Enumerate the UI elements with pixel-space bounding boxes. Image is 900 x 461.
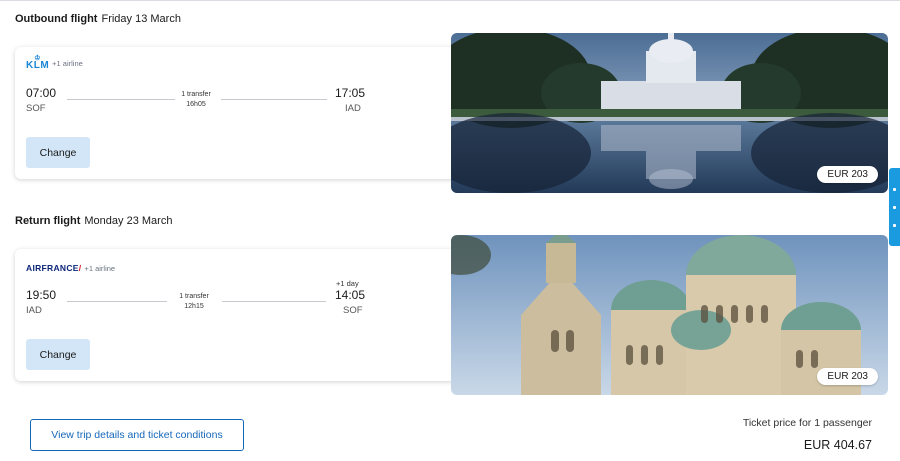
outbound-depart-code: SOF [26,103,46,114]
outbound-section-title: Outbound flight Friday 13 March [15,13,181,25]
outbound-transfer: 1 transfer [181,91,211,98]
outbound-duration: 16h05 [186,101,206,108]
return-route-line-right [222,301,326,302]
ticket-price-total: EUR 404.67 [803,438,872,452]
return-arrive-code: SOF [343,305,363,316]
return-duration: 12h15 [184,303,204,310]
outbound-extra-airline: +1 airline [52,58,83,68]
outbound-arrive-time: 17:05 [335,86,366,100]
return-airline-row: AIRFRANCE/ +1 airline [26,263,115,273]
outbound-arrive-code: IAD [345,103,361,114]
return-extra-airline: +1 airline [84,263,116,273]
side-tab-dot [893,188,896,191]
side-tab-dot [893,224,896,227]
klm-logo: ♔ KLM [26,55,50,71]
outbound-price-badge: EUR 203 [817,166,878,183]
outbound-route-line-left [67,99,175,100]
return-depart-time: 19:50 [26,288,57,302]
outbound-route-line-right [221,99,327,100]
return-arrive-time: 14:05 [335,288,366,302]
outbound-title: Outbound flight [15,13,98,25]
side-tab-dot [893,206,896,209]
return-route-line-left [67,301,167,302]
return-depart-code: IAD [26,305,42,316]
return-section-title: Return flight Monday 23 March [15,215,172,227]
outbound-flight-card: ♔ KLM +1 airline 07:00 SOF 1 transfer 16… [15,47,460,179]
ticket-price-caption: Ticket price for 1 passenger [742,417,872,429]
return-transfer-info: 1 transfer 12h15 [164,292,224,312]
feedback-side-tab[interactable] [889,168,900,246]
return-plus-day: +1 day [336,279,359,288]
outbound-airline-row: ♔ KLM +1 airline [26,55,83,71]
return-date: Monday 23 March [84,215,173,227]
return-title: Return flight [15,215,81,227]
return-transfer: 1 transfer [179,293,209,300]
return-price-badge: EUR 203 [817,368,878,385]
airfrance-logo: AIRFRANCE/ [26,263,81,273]
outbound-depart-time: 07:00 [26,86,57,100]
outbound-change-button[interactable]: Change [26,137,90,168]
return-flight-card: AIRFRANCE/ +1 airline 19:50 IAD 1 transf… [15,249,460,381]
outbound-date: Friday 13 March [101,13,181,25]
return-change-button[interactable]: Change [26,339,90,370]
outbound-transfer-info: 1 transfer 16h05 [166,90,226,110]
airfrance-logo-slash: / [78,263,82,273]
return-destination-photo: EUR 203 [451,235,888,395]
outbound-destination-photo: EUR 203 [451,33,888,193]
klm-logo-text: KLM [26,60,50,71]
airfrance-logo-text: AIRFRANCE [26,263,79,273]
view-trip-details-button[interactable]: View trip details and ticket conditions [30,419,244,451]
